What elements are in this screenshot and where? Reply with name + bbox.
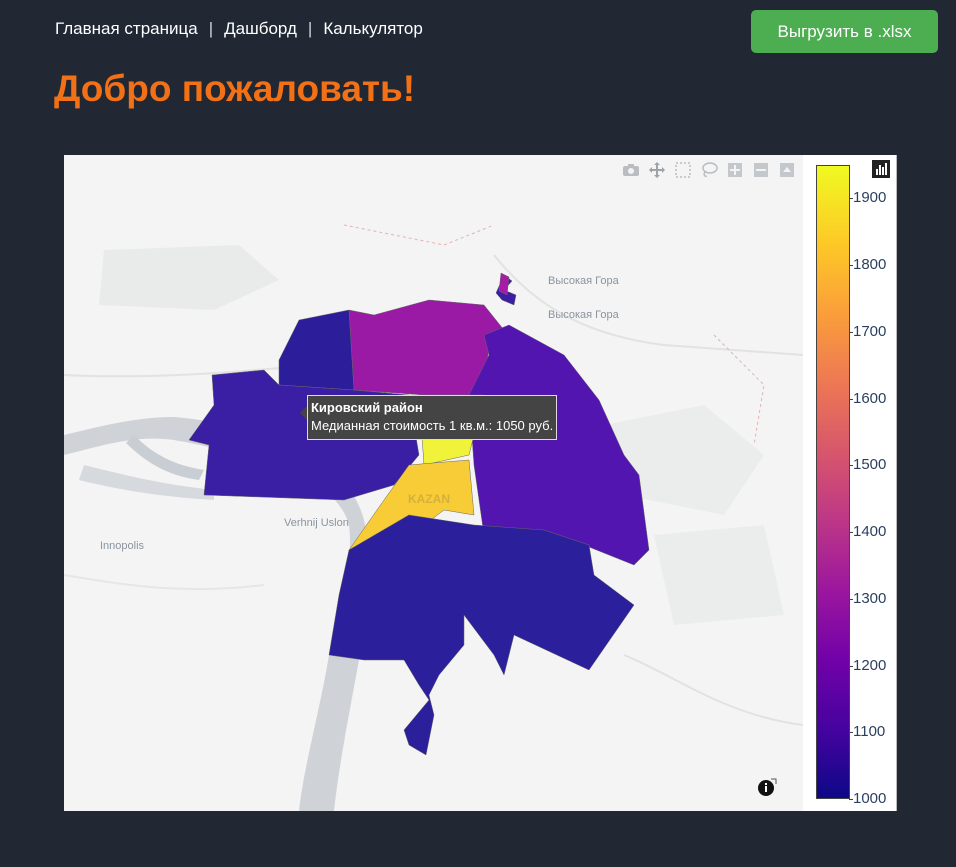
place-label: Высокая Гора xyxy=(548,309,620,321)
colorbar: 1900 1800 1700 1600 1500 1400 1300 1200 1100 1000 xyxy=(803,155,897,811)
park-area xyxy=(654,525,784,625)
map-svg: Высокая Гора Высокая Гора Verhnij Uslon … xyxy=(64,155,803,811)
page-title: Добро пожаловать! xyxy=(54,68,416,109)
zoom-out-icon[interactable] xyxy=(751,160,771,180)
colorbar-tick-label: 1300 xyxy=(853,589,887,607)
colorbar-tick-label: 1400 xyxy=(853,523,887,541)
colorbar-tick-label: 1700 xyxy=(853,322,887,340)
tooltip-text: Медианная стоимость 1 кв.м.: 1050 руб. xyxy=(311,418,554,433)
nav-link-home[interactable]: Главная страница xyxy=(55,19,198,39)
nav-link-calculator[interactable]: Калькулятор xyxy=(323,19,423,39)
box-select-icon[interactable] xyxy=(673,160,693,180)
colorbar-tick-label: 1200 xyxy=(853,656,887,674)
top-navigation: Главная страница | Дашборд | Калькулятор xyxy=(55,19,423,39)
modebar xyxy=(621,160,797,180)
tooltip-title: Кировский район xyxy=(311,400,423,415)
colorbar-tick-label: 1500 xyxy=(853,456,887,474)
nav-separator: | xyxy=(208,19,214,38)
nav-link-dashboard[interactable]: Дашборд xyxy=(224,19,297,39)
place-label-city: KAZAN xyxy=(408,492,450,506)
choropleth-map[interactable]: Высокая Гора Высокая Гора Verhnij Uslon … xyxy=(64,155,803,811)
colorbar-gradient xyxy=(816,165,850,799)
reset-icon[interactable] xyxy=(777,160,797,180)
lasso-icon[interactable] xyxy=(699,160,719,180)
nav-separator: | xyxy=(307,19,313,38)
district-fragment[interactable] xyxy=(498,272,510,296)
colorbar-tick-label: 1600 xyxy=(853,389,887,407)
info-icon[interactable] xyxy=(757,777,777,797)
export-xlsx-button[interactable]: Выгрузить в .xlsx xyxy=(751,10,938,53)
place-label: Innopolis xyxy=(100,540,145,552)
pan-icon[interactable] xyxy=(647,160,667,180)
plotly-logo-icon[interactable] xyxy=(872,160,890,178)
colorbar-tick-label: 1900 xyxy=(853,189,887,207)
hover-tooltip: Кировский район Медианная стоимость 1 кв… xyxy=(307,395,558,440)
colorbar-tick-label: 1000 xyxy=(853,790,887,807)
colorbar-tick-label: 1100 xyxy=(853,723,886,741)
place-label: Verhnij Uslon xyxy=(284,517,349,529)
camera-icon[interactable] xyxy=(621,160,641,180)
zoom-in-icon[interactable] xyxy=(725,160,745,180)
place-label: Высокая Гора xyxy=(548,275,620,287)
colorbar-tick-label: 1800 xyxy=(853,256,887,274)
